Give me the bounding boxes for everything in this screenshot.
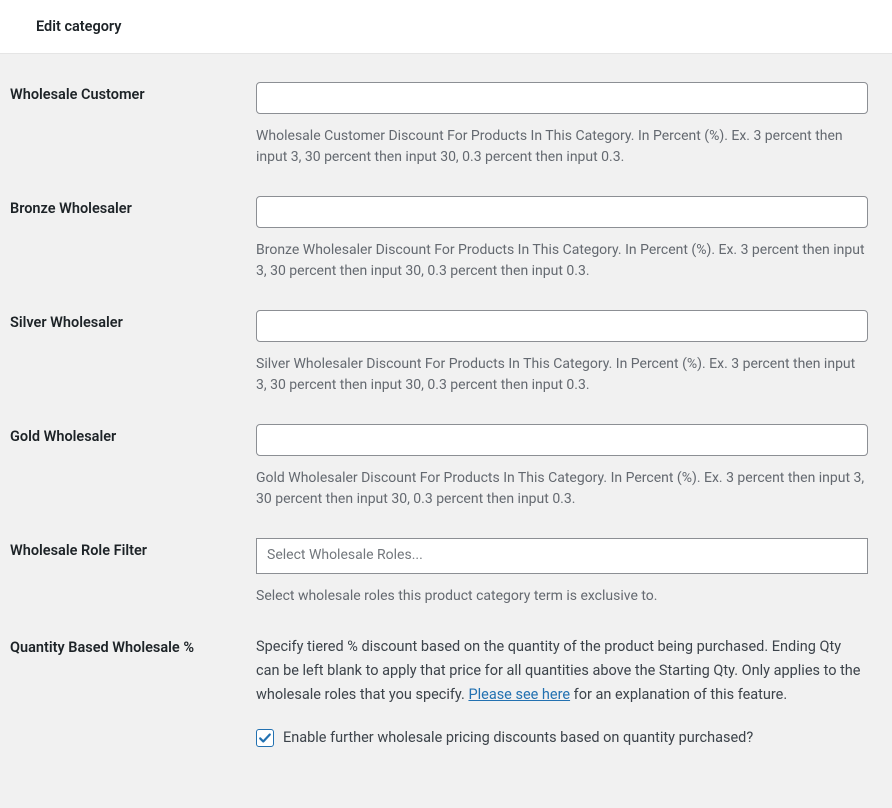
wholesale-customer-label: Wholesale Customer: [10, 82, 256, 103]
quantity-based-checkbox-row: Enable further wholesale pricing discoun…: [256, 729, 868, 747]
bronze-wholesaler-control: Bronze Wholesaler Discount For Products …: [256, 196, 882, 282]
bronze-wholesaler-row: Bronze Wholesaler Bronze Wholesaler Disc…: [10, 168, 882, 282]
gold-wholesaler-input[interactable]: [256, 424, 868, 456]
quantity-based-link[interactable]: Please see here: [468, 686, 570, 703]
quantity-based-desc-after: for an explanation of this feature.: [570, 686, 787, 703]
quantity-based-control: Specify tiered % discount based on the q…: [256, 635, 882, 747]
gold-wholesaler-control: Gold Wholesaler Discount For Products In…: [256, 424, 882, 510]
page-header: Edit category: [0, 0, 892, 54]
wholesale-customer-input[interactable]: [256, 82, 868, 114]
role-filter-label: Wholesale Role Filter: [10, 538, 256, 559]
quantity-based-checkbox[interactable]: [256, 729, 274, 747]
wholesale-customer-row: Wholesale Customer Wholesale Customer Di…: [10, 54, 882, 168]
bronze-wholesaler-help: Bronze Wholesaler Discount For Products …: [256, 240, 868, 282]
silver-wholesaler-help: Silver Wholesaler Discount For Products …: [256, 354, 868, 396]
role-filter-row: Wholesale Role Filter Select Wholesale R…: [10, 510, 882, 607]
quantity-based-row: Quantity Based Wholesale % Specify tiere…: [10, 607, 882, 747]
quantity-based-label: Quantity Based Wholesale %: [10, 635, 256, 656]
role-filter-control: Select Wholesale Roles... Select wholesa…: [256, 538, 882, 607]
checkmark-icon: [258, 731, 272, 745]
silver-wholesaler-label: Silver Wholesaler: [10, 310, 256, 331]
role-filter-select[interactable]: Select Wholesale Roles...: [256, 538, 868, 574]
wholesale-customer-control: Wholesale Customer Discount For Products…: [256, 82, 882, 168]
quantity-based-checkbox-label: Enable further wholesale pricing discoun…: [283, 729, 753, 746]
silver-wholesaler-control: Silver Wholesaler Discount For Products …: [256, 310, 882, 396]
gold-wholesaler-row: Gold Wholesaler Gold Wholesaler Discount…: [10, 396, 882, 510]
quantity-based-description: Specify tiered % discount based on the q…: [256, 635, 868, 707]
form-container: Wholesale Customer Wholesale Customer Di…: [0, 54, 892, 747]
bronze-wholesaler-input[interactable]: [256, 196, 868, 228]
gold-wholesaler-label: Gold Wholesaler: [10, 424, 256, 445]
gold-wholesaler-help: Gold Wholesaler Discount For Products In…: [256, 468, 868, 510]
bronze-wholesaler-label: Bronze Wholesaler: [10, 196, 256, 217]
role-filter-help: Select wholesale roles this product cate…: [256, 586, 868, 607]
silver-wholesaler-input[interactable]: [256, 310, 868, 342]
wholesale-customer-help: Wholesale Customer Discount For Products…: [256, 126, 868, 168]
silver-wholesaler-row: Silver Wholesaler Silver Wholesaler Disc…: [10, 282, 882, 396]
page-title: Edit category: [36, 18, 856, 35]
